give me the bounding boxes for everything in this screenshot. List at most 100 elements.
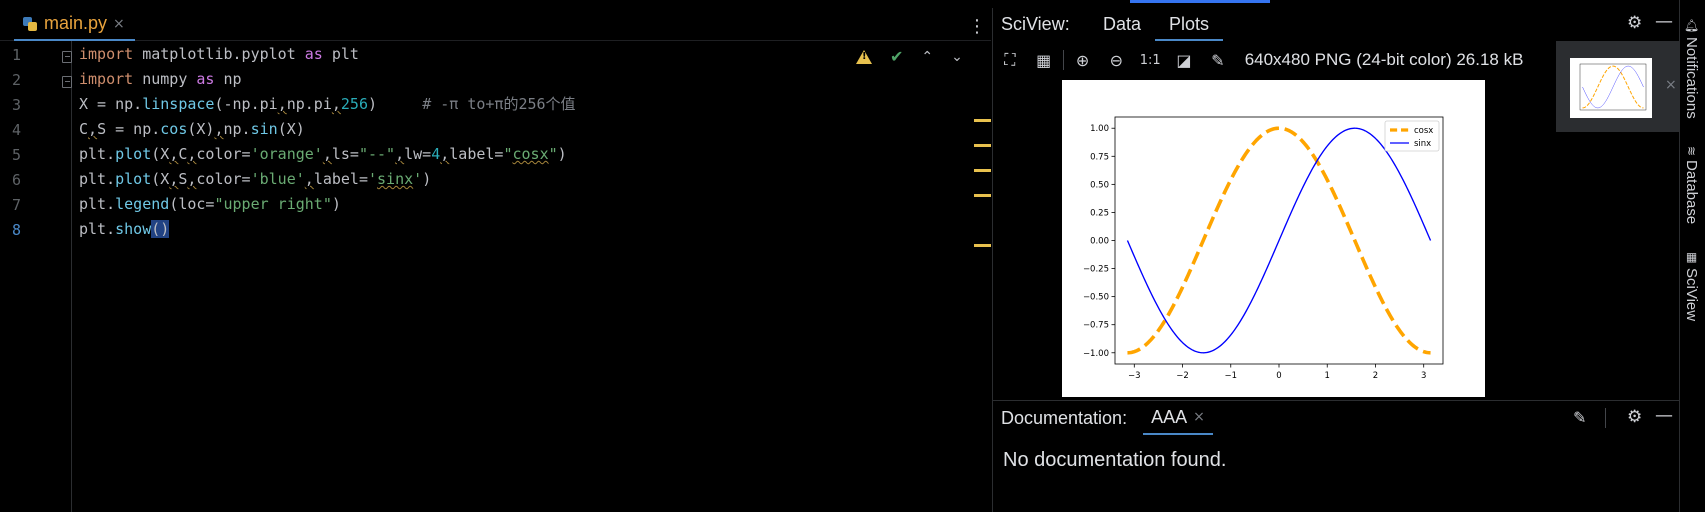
- editor-more-menu-icon[interactable]: ⋮: [968, 16, 986, 37]
- x-tick-label: −3: [1128, 371, 1141, 381]
- code-line[interactable]: X = np.linspace(-np.pi,np.pi,256) # -π t…: [79, 91, 576, 118]
- code-token: cosx: [512, 145, 549, 163]
- code-token: 256: [340, 95, 368, 113]
- plot-image[interactable]: −3 −2 −1 0 1 2 3 −1.00 −0.75 −0.50 −0.25 0.00 0.25 0.…: [1062, 80, 1485, 397]
- thumbnail-chart: [1579, 63, 1647, 111]
- code-token: linspace: [142, 95, 215, 113]
- plot-thumbnail[interactable]: [1570, 58, 1652, 118]
- code-line[interactable]: import numpy as np: [79, 66, 242, 93]
- warning-marker[interactable]: [974, 144, 991, 147]
- minimize-icon[interactable]: —: [1655, 405, 1673, 426]
- y-tick-label: 1.00: [1090, 124, 1109, 134]
- code-token: 'orange': [250, 145, 323, 163]
- code-line[interactable]: plt.legend(loc="upper right"): [79, 191, 341, 218]
- fold-toggle-icon[interactable]: [62, 51, 72, 63]
- notifications-label: Notifications: [1683, 37, 1700, 119]
- code-token: plt.: [79, 145, 116, 163]
- image-info: 640x480 PNG (24-bit color) 26.18 kB: [1244, 50, 1524, 69]
- code-token: color=: [196, 145, 251, 163]
- code-token: 4: [431, 145, 441, 163]
- fit-to-window-icon[interactable]: ⛶: [993, 50, 1027, 70]
- x-tick-label: 1: [1325, 371, 1330, 381]
- warning-marker[interactable]: [974, 119, 991, 122]
- code-line[interactable]: plt.plot(X,S,color='blue',label='sinx'): [79, 166, 431, 193]
- line-number: 1: [12, 46, 22, 64]
- code-token: plt.: [79, 220, 116, 238]
- code-token: label=: [313, 170, 368, 188]
- code-token: ,: [322, 145, 332, 163]
- code-token: "upper right": [214, 195, 332, 213]
- database-label: Database: [1683, 160, 1700, 225]
- code-token: ,: [331, 95, 341, 113]
- warning-icon[interactable]: [856, 49, 872, 64]
- code-token: ": [503, 145, 513, 163]
- zoom-in-icon[interactable]: ⊕: [1066, 51, 1100, 70]
- sciview-icon: ▦: [1684, 250, 1699, 264]
- close-tab-icon[interactable]: ×: [1193, 400, 1205, 434]
- x-tick-label: −1: [1224, 371, 1237, 381]
- y-tick-label: 0.75: [1090, 152, 1109, 162]
- zoom-out-icon[interactable]: ⊖: [1099, 51, 1133, 70]
- plot-thumbnail-panel: ×: [1556, 41, 1680, 132]
- code-token: ,: [440, 145, 450, 163]
- tab-plots[interactable]: Plots: [1155, 8, 1224, 41]
- sciview-panel: SciView: Data Plots ⚙ — ⛶ ▦ ⊕ ⊖ 1:1 ◪ ✎ …: [992, 8, 1680, 400]
- check-icon[interactable]: ✔: [890, 47, 903, 66]
- gear-icon[interactable]: ⚙: [1627, 407, 1642, 427]
- code-token: ls=: [331, 145, 359, 163]
- database-icon: ≋: [1684, 146, 1699, 157]
- code-token: label=: [449, 145, 504, 163]
- line-number: 3: [12, 96, 22, 114]
- gear-icon[interactable]: ⚙: [1627, 13, 1642, 33]
- notifications-tool[interactable]: 🔔︎ Notifications: [1683, 18, 1700, 119]
- y-tick-label: 0.25: [1090, 208, 1109, 218]
- fold-toggle-icon[interactable]: [62, 76, 72, 88]
- actual-size-button[interactable]: 1:1: [1133, 53, 1167, 68]
- background-icon[interactable]: ◪: [1167, 51, 1201, 70]
- code-line[interactable]: plt.plot(X,C,color='orange',ls="--",lw=4…: [79, 141, 567, 168]
- minimize-icon[interactable]: —: [1655, 11, 1673, 32]
- warning-marker[interactable]: [974, 194, 991, 197]
- editor-tab-main[interactable]: main.py ×: [14, 8, 135, 41]
- documentation-title: Documentation:: [1001, 407, 1128, 428]
- line-number: 2: [12, 71, 22, 89]
- code-line[interactable]: plt.show(): [79, 216, 170, 243]
- close-tab-icon[interactable]: ×: [113, 16, 125, 32]
- close-thumbnail-icon[interactable]: ×: [1665, 77, 1677, 93]
- plot-chart: −3 −2 −1 0 1 2 3 −1.00 −0.75 −0.50 −0.25 0.00 0.25 0.…: [1083, 116, 1444, 381]
- code-line[interactable]: import matplotlib.pyplot as plt: [79, 41, 359, 68]
- tab-aaa[interactable]: AAA ×: [1143, 401, 1213, 435]
- tab-data[interactable]: Data: [1089, 8, 1155, 41]
- y-tick-label: 0.50: [1090, 180, 1109, 190]
- code-token: X = np.: [79, 95, 143, 113]
- code-token: (-np.pi: [214, 95, 278, 113]
- code-token: import: [79, 45, 134, 63]
- sciview-tool[interactable]: ▦ SciView: [1683, 250, 1700, 321]
- series-line-sinx: [1126, 127, 1432, 354]
- code-token: numpy: [133, 70, 197, 88]
- documentation-message: No documentation found.: [1003, 449, 1227, 471]
- code-editor: main.py × ⋮ 1 2 3 4 5 6 7 8 import matplotlib.p…: [0, 0, 991, 512]
- edit-icon[interactable]: ✎: [1573, 408, 1586, 427]
- series-line-sinx: [1582, 65, 1644, 109]
- code-token: ): [368, 95, 423, 113]
- code-token: ,: [169, 170, 179, 188]
- code-token: (X): [187, 120, 215, 138]
- chevron-up-icon[interactable]: ⌃: [921, 49, 933, 65]
- sciview-title: SciView:: [1001, 14, 1070, 34]
- warning-marker[interactable]: [974, 244, 991, 247]
- color-picker-icon[interactable]: ✎: [1201, 51, 1235, 70]
- code-line[interactable]: C,S = np.cos(X),np.sin(X): [79, 116, 305, 143]
- code-token: S = np.: [97, 120, 161, 138]
- toolbar-divider: [1605, 408, 1606, 428]
- y-tick-label: −0.25: [1083, 265, 1109, 275]
- database-tool[interactable]: ≋ Database: [1683, 146, 1700, 224]
- plot-toolbar: ⛶ ▦ ⊕ ⊖ 1:1 ◪ ✎ 640x480 PNG (24-bit colo…: [993, 44, 1553, 76]
- code-token: (X: [151, 145, 170, 163]
- warning-marker[interactable]: [974, 169, 991, 172]
- code-token: lw=: [404, 145, 432, 163]
- grid-icon[interactable]: ▦: [1027, 51, 1061, 70]
- chevron-down-icon[interactable]: ⌄: [951, 49, 963, 65]
- code-token: ,: [304, 170, 314, 188]
- doc-tab-label: AAA: [1151, 407, 1188, 427]
